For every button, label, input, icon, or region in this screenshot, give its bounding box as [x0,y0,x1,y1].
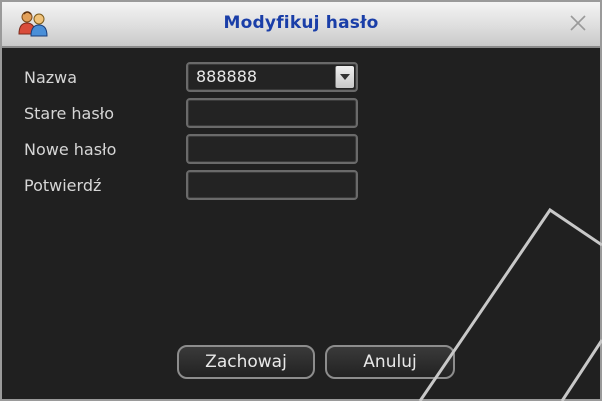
title-bar: Modyfikuj hasło [2,2,600,48]
name-select[interactable]: 888888 [186,62,358,92]
close-button[interactable] [566,11,590,35]
old-password-label: Stare hasło [24,104,115,123]
close-icon [570,15,586,31]
confirm-password-label: Potwierdź [24,176,102,195]
form-row-name: Nazwa 888888 [2,60,600,96]
form-row-old-password: Stare hasło [2,96,600,132]
dropdown-button[interactable] [335,66,354,88]
save-button[interactable]: Zachowaj [177,345,315,379]
old-password-input[interactable] [186,98,358,128]
form-row-new-password: Nowe hasło [2,132,600,168]
chevron-down-icon [340,74,350,80]
new-password-input[interactable] [186,134,358,164]
form-row-confirm: Potwierdź [2,168,600,204]
new-password-label: Nowe hasło [24,140,117,159]
name-label: Nazwa [24,68,78,87]
cancel-button[interactable]: Anuluj [325,345,455,379]
dialog-title: Modyfikuj hasło [223,13,379,33]
confirm-password-input[interactable] [186,170,358,200]
name-select-value: 888888 [196,67,258,86]
modify-password-dialog: Modyfikuj hasło Nazwa 888888 Stare hasło [0,0,602,401]
